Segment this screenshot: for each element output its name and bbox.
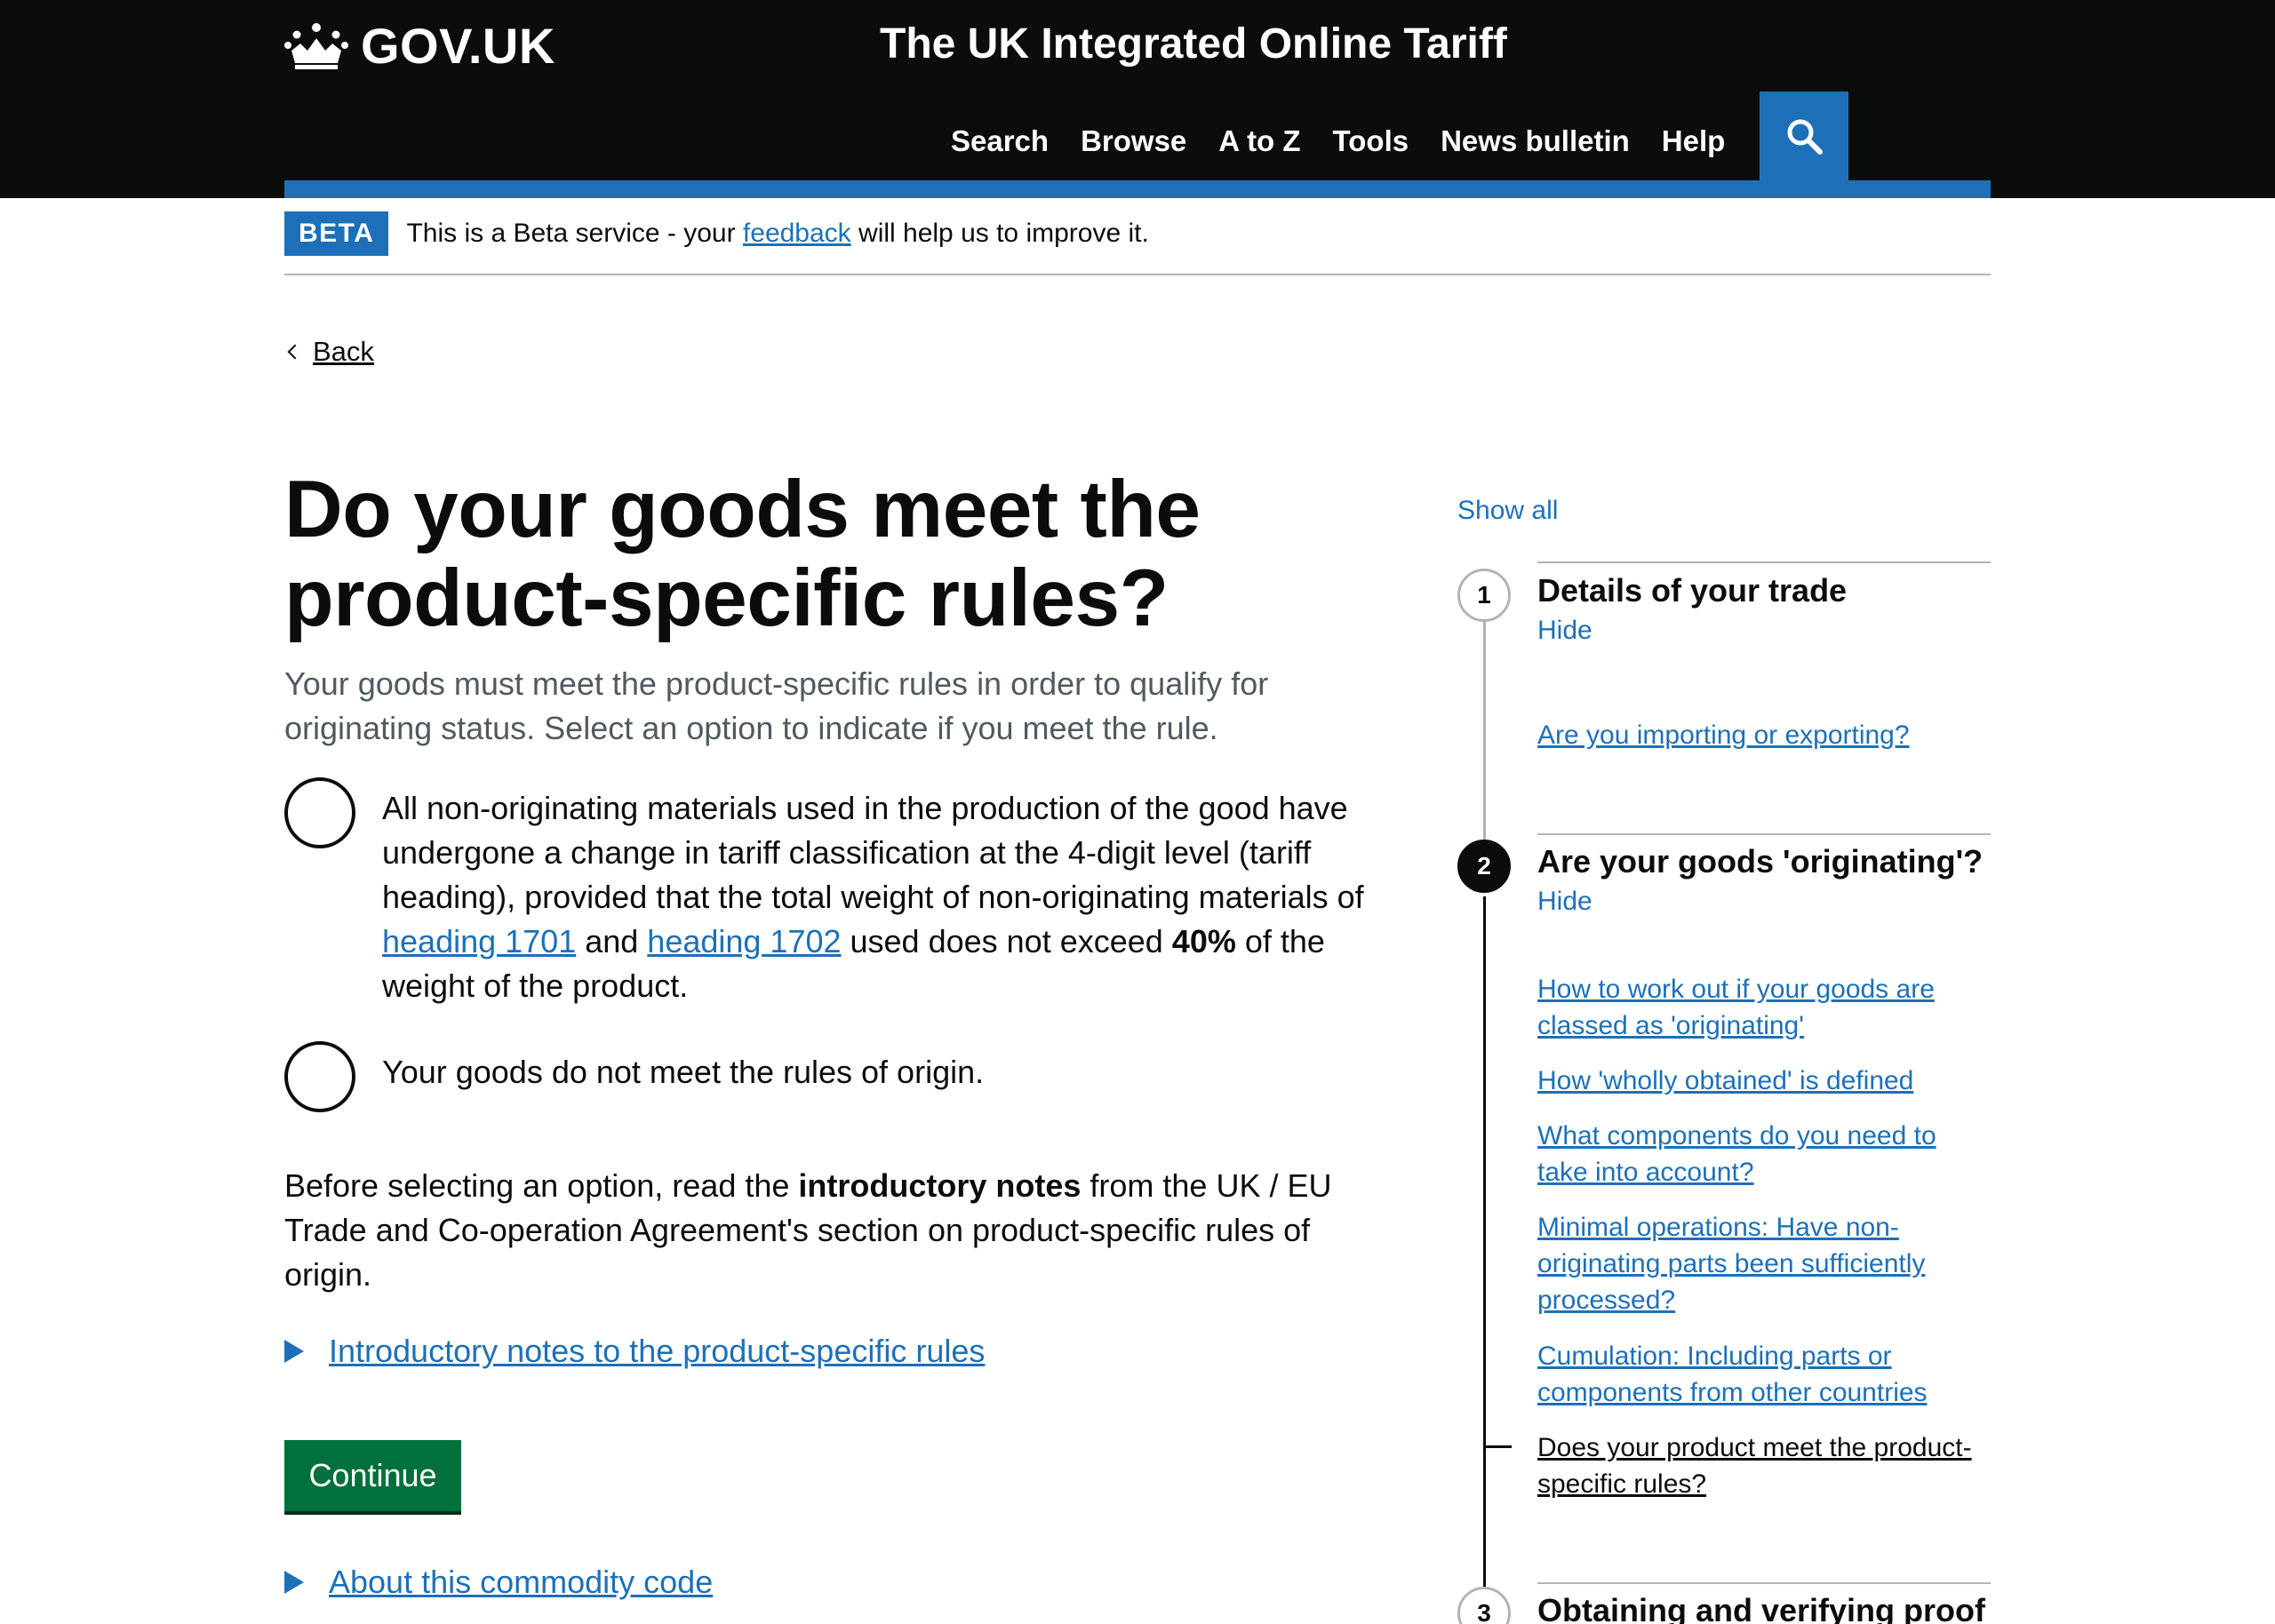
nav-help[interactable]: Help xyxy=(1662,124,1726,158)
page-lead: Your goods must meet the product-specifi… xyxy=(284,665,1269,746)
nav-news-bulletin[interactable]: News bulletin xyxy=(1441,124,1630,158)
details-about-commodity-code-summary[interactable]: About this commodity code xyxy=(329,1564,713,1601)
beta-message: This is a Beta service - your feedback w… xyxy=(406,219,1149,248)
service-name[interactable]: The UK Integrated Online Tariff xyxy=(880,20,1507,68)
nav-tools[interactable]: Tools xyxy=(1333,124,1409,158)
nav-a-to-z[interactable]: A to Z xyxy=(1218,124,1300,158)
radio-button-meets-rule[interactable] xyxy=(284,777,355,848)
search-button[interactable] xyxy=(1760,92,1848,180)
beta-tag: BETA xyxy=(284,211,389,256)
step-2-line xyxy=(1483,896,1486,1616)
radio-button-does-not-meet[interactable] xyxy=(284,1041,355,1112)
govuk-logo-text: GOV.UK xyxy=(361,17,555,74)
main-nav: Search Browse A to Z Tools News bulletin… xyxy=(951,124,1725,158)
step-number-1: 1 xyxy=(1457,569,1511,622)
step-link-components[interactable]: What components do you need to take into… xyxy=(1537,1118,1991,1190)
nav-search[interactable]: Search xyxy=(951,124,1049,158)
step-link-wholly-obtained[interactable]: How 'wholly obtained' is defined xyxy=(1537,1063,1991,1099)
step-2-hide-toggle[interactable]: Hide xyxy=(1537,887,1592,917)
beta-divider xyxy=(284,274,1991,275)
step-3-title[interactable]: Obtaining and verifying proof xyxy=(1537,1592,1985,1624)
radio-label-does-not-meet[interactable]: Your goods do not meet the rules of orig… xyxy=(382,1041,984,1112)
step-divider xyxy=(1537,833,1991,835)
step-divider xyxy=(1537,1582,1991,1584)
step-2-title[interactable]: Are your goods 'originating'? xyxy=(1537,843,1983,880)
header-blue-bar xyxy=(284,180,1991,198)
step-number-3: 3 xyxy=(1457,1587,1511,1624)
step-1-title[interactable]: Details of your trade xyxy=(1537,572,1847,609)
beta-banner: BETA This is a Beta service - your feedb… xyxy=(284,211,1149,256)
chevron-left-icon xyxy=(287,344,303,360)
page-title: Do your goods meet the product-specific … xyxy=(284,465,1201,643)
current-step-marker xyxy=(1485,1445,1512,1448)
intro-notes-paragraph: Before selecting an option, read the int… xyxy=(284,1167,1332,1293)
step-number-2: 2 xyxy=(1457,840,1511,893)
radio-option-meets-rule[interactable]: All non-originating materials used in th… xyxy=(284,777,1404,1008)
search-icon xyxy=(1787,119,1823,155)
step-link-minimal-operations[interactable]: Minimal operations: Have non-originating… xyxy=(1537,1209,1991,1318)
govuk-logo[interactable]: GOV.UK xyxy=(284,16,555,75)
step-link-importing-exporting[interactable]: Are you importing or exporting? xyxy=(1537,717,1991,753)
crown-icon xyxy=(284,23,348,69)
triangle-right-icon xyxy=(284,1571,304,1594)
nav-browse[interactable]: Browse xyxy=(1081,124,1186,158)
heading-1701-link[interactable]: heading 1701 xyxy=(382,923,576,959)
step-link-cumulation[interactable]: Cumulation: Including parts or component… xyxy=(1537,1338,1991,1411)
details-about-commodity-code[interactable]: About this commodity code xyxy=(284,1564,713,1601)
back-link-label[interactable]: Back xyxy=(313,336,374,368)
show-all-button[interactable]: Show all xyxy=(1457,496,1558,526)
step-link-originating[interactable]: How to work out if your goods are classe… xyxy=(1537,971,1991,1044)
feedback-link[interactable]: feedback xyxy=(743,219,851,248)
heading-1702-link[interactable]: heading 1702 xyxy=(647,923,841,959)
radio-label-meets-rule[interactable]: All non-originating materials used in th… xyxy=(382,777,1404,1008)
continue-button[interactable]: Continue xyxy=(284,1440,461,1511)
site-header: GOV.UK The UK Integrated Online Tariff S… xyxy=(0,0,2275,198)
radio-option-does-not-meet[interactable]: Your goods do not meet the rules of orig… xyxy=(284,1041,1404,1112)
step-1-line xyxy=(1483,619,1486,846)
step-divider xyxy=(1537,561,1991,563)
triangle-right-icon xyxy=(284,1340,304,1363)
details-introductory-notes[interactable]: Introductory notes to the product-specif… xyxy=(284,1333,985,1370)
step-link-product-specific-rules[interactable]: Does your product meet the product-speci… xyxy=(1537,1429,1991,1502)
details-introductory-notes-summary[interactable]: Introductory notes to the product-specif… xyxy=(329,1333,985,1370)
step-1-hide-toggle[interactable]: Hide xyxy=(1537,616,1592,646)
back-link[interactable]: Back xyxy=(284,336,374,368)
